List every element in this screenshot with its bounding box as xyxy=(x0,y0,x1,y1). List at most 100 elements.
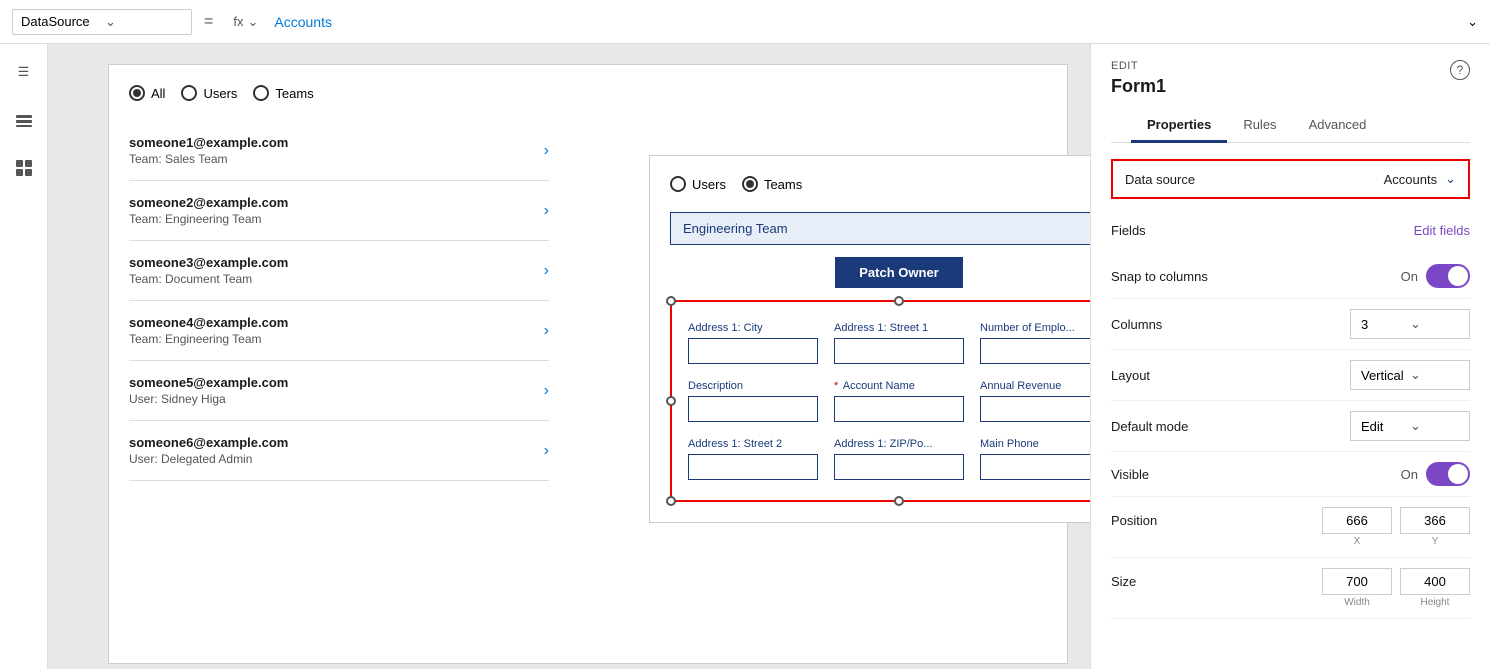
inner-radio-users-label: Users xyxy=(692,177,726,192)
form-field-account-name: * Account Name xyxy=(834,380,964,422)
sidebar-icons: ☰ xyxy=(0,44,48,669)
radio-group-main: All Users Teams xyxy=(129,85,1047,101)
hamburger-icon[interactable]: ☰ xyxy=(8,56,40,88)
team-dropdown[interactable]: Engineering Team ▼ xyxy=(670,212,1090,245)
description-input[interactable] xyxy=(688,396,818,422)
radio-group-inner: Users Teams xyxy=(670,176,1090,192)
datasource-dropdown[interactable]: DataSource ⌄ xyxy=(12,9,192,35)
account-name-input[interactable] xyxy=(834,396,964,422)
size-width-input[interactable] xyxy=(1322,568,1392,595)
main-phone-input[interactable] xyxy=(980,454,1090,480)
setting-visible: Visible On xyxy=(1111,452,1470,497)
panel-tabs: Properties Rules Advanced xyxy=(1111,109,1470,143)
grid-icon[interactable] xyxy=(8,152,40,184)
list-item[interactable]: someone5@example.com User: Sidney Higa › xyxy=(129,361,549,421)
radio-all[interactable]: All xyxy=(129,85,165,101)
edit-label: EDIT xyxy=(1111,60,1166,72)
size-row: Size Width Height xyxy=(1111,558,1470,619)
form-field-address-city: Address 1: City xyxy=(688,322,818,364)
position-row: Position X Y xyxy=(1111,497,1470,558)
right-panel: EDIT Form1 ? Properties Rules Advanced D… xyxy=(1090,44,1490,669)
list-item[interactable]: someone4@example.com Team: Engineering T… xyxy=(129,301,549,361)
radio-all-label: All xyxy=(151,86,165,101)
datasource-value[interactable]: Accounts ⌄ xyxy=(1384,171,1456,187)
radio-users[interactable]: Users xyxy=(181,85,237,101)
formula-input[interactable] xyxy=(274,14,1450,30)
top-bar: DataSource ⌄ = fx ⌄ ⌄ xyxy=(0,0,1490,44)
setting-default-mode: Default mode Edit ⌄ xyxy=(1111,401,1470,452)
fx-button[interactable]: fx ⌄ xyxy=(225,14,266,30)
form-field-address-street1: Address 1: Street 1 xyxy=(834,322,964,364)
form-grid-container[interactable]: Address 1: City Address 1: Street 1 Numb… xyxy=(670,300,1090,502)
resize-handle-midleft[interactable] xyxy=(666,396,676,406)
visible-toggle[interactable] xyxy=(1426,462,1470,486)
position-x-input[interactable] xyxy=(1322,507,1392,534)
datasource-chevron-icon: ⌄ xyxy=(105,14,183,30)
address-street1-input[interactable] xyxy=(834,338,964,364)
form-field-main-phone: Main Phone xyxy=(980,438,1090,480)
canvas-area: All Users Teams someone1@example.com Tea… xyxy=(48,44,1090,669)
resize-handle-topmid[interactable] xyxy=(894,296,904,306)
address-street2-input[interactable] xyxy=(688,454,818,480)
right-panel-header: EDIT Form1 ? Properties Rules Advanced xyxy=(1091,44,1490,143)
list-item-chevron-icon: › xyxy=(544,262,549,280)
form-field-description: Description xyxy=(688,380,818,422)
form-field-address-street2: Address 1: Street 2 xyxy=(688,438,818,480)
list-item[interactable]: someone1@example.com Team: Sales Team › xyxy=(129,121,549,181)
panel-body: Data source Accounts ⌄ Fields Edit field… xyxy=(1091,143,1490,635)
size-height-input[interactable] xyxy=(1400,568,1470,595)
num-employees-input[interactable] xyxy=(980,338,1090,364)
tab-advanced[interactable]: Advanced xyxy=(1293,109,1383,143)
resize-handle-bottommid[interactable] xyxy=(894,496,904,506)
edit-fields-link[interactable]: Edit fields xyxy=(1414,223,1470,238)
default-mode-dropdown[interactable]: Edit ⌄ xyxy=(1350,411,1470,441)
tab-properties[interactable]: Properties xyxy=(1131,109,1227,143)
inner-radio-teams[interactable]: Teams xyxy=(742,176,802,192)
list-item[interactable]: someone3@example.com Team: Document Team… xyxy=(129,241,549,301)
setting-snap-to-columns: Snap to columns On xyxy=(1111,254,1470,299)
list-item-chevron-icon: › xyxy=(544,382,549,400)
snap-to-columns-toggle[interactable] xyxy=(1426,264,1470,288)
form-field-address-zip: Address 1: ZIP/Po... xyxy=(834,438,964,480)
form-title: Form1 xyxy=(1111,76,1166,97)
equals-symbol: = xyxy=(200,13,217,31)
position-y-input[interactable] xyxy=(1400,507,1470,534)
canvas-panel: All Users Teams someone1@example.com Tea… xyxy=(108,64,1068,664)
help-icon[interactable]: ? xyxy=(1450,60,1470,80)
list-item-chevron-icon: › xyxy=(544,322,549,340)
list-item[interactable]: someone6@example.com User: Delegated Adm… xyxy=(129,421,549,481)
fx-chevron-icon: ⌄ xyxy=(247,14,258,30)
list-item[interactable]: someone2@example.com Team: Engineering T… xyxy=(129,181,549,241)
list-item-chevron-icon: › xyxy=(544,202,549,220)
datasource-value-text: Accounts xyxy=(1384,172,1437,187)
form-grid: Address 1: City Address 1: Street 1 Numb… xyxy=(688,322,1090,480)
annual-revenue-input[interactable] xyxy=(980,396,1090,422)
fx-label: fx xyxy=(233,14,243,29)
team-dropdown-value: Engineering Team xyxy=(683,221,788,236)
size-width-field: Width xyxy=(1322,568,1392,608)
inner-radio-users[interactable]: Users xyxy=(670,176,726,192)
resize-handle-bottomleft[interactable] xyxy=(666,496,676,506)
fields-label: Fields xyxy=(1111,223,1414,238)
layout-dropdown[interactable]: Vertical ⌄ xyxy=(1350,360,1470,390)
formula-expand-icon[interactable]: ⌄ xyxy=(1458,14,1478,30)
list-item-chevron-icon: › xyxy=(544,442,549,460)
columns-dropdown[interactable]: 3 ⌄ xyxy=(1350,309,1470,339)
size-height-field: Height xyxy=(1400,568,1470,608)
radio-teams[interactable]: Teams xyxy=(253,85,313,101)
fields-row: Fields Edit fields xyxy=(1111,215,1470,246)
layers-icon[interactable] xyxy=(8,104,40,136)
address-city-input[interactable] xyxy=(688,338,818,364)
list-item-chevron-icon: › xyxy=(544,142,549,160)
patch-owner-button[interactable]: Patch Owner xyxy=(835,257,962,288)
setting-layout: Layout Vertical ⌄ xyxy=(1111,350,1470,401)
default-mode-dropdown-arrow-icon: ⌄ xyxy=(1410,418,1459,434)
main-layout: ☰ xyxy=(0,44,1490,669)
address-zip-input[interactable] xyxy=(834,454,964,480)
datasource-label: DataSource xyxy=(21,14,99,29)
resize-handle-topleft[interactable] xyxy=(666,296,676,306)
tab-rules[interactable]: Rules xyxy=(1227,109,1292,143)
radio-users-label: Users xyxy=(203,86,237,101)
list-section: someone1@example.com Team: Sales Team › … xyxy=(129,121,549,481)
position-x-field: X xyxy=(1322,507,1392,547)
